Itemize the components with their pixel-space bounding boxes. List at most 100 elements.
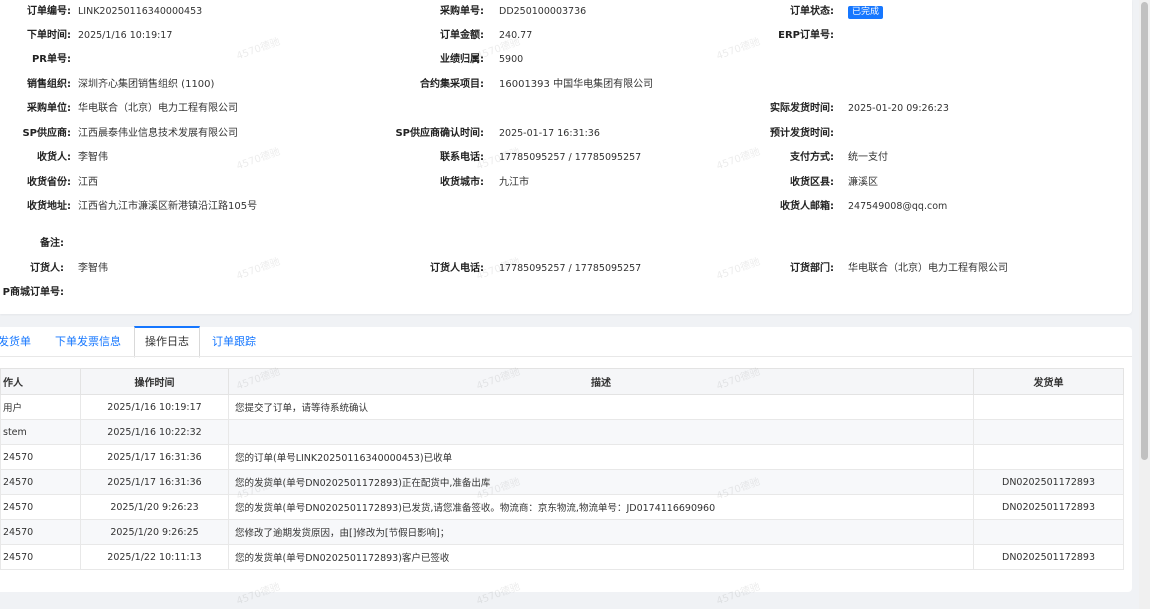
value-email: 247549008@qq.com [848, 201, 948, 212]
cell-time: 2025/1/17 16:31:36 [80, 444, 229, 470]
table-row: stem 2025/1/16 10:22:32 [0, 419, 1124, 445]
field-est-ship: 预计发货时间: [740, 124, 1130, 144]
tab-delivery[interactable]: 发货单 [0, 327, 31, 357]
value-purchase-no: DD250100003736 [499, 6, 587, 17]
value-orderer: 李智伟 [78, 263, 108, 274]
label-perf: 业绩归属: [440, 54, 484, 65]
cell-delivery-note [973, 519, 1124, 545]
label-orderer: 订货人: [30, 263, 64, 274]
cell-description: 您修改了逾期发货原因，由[]修改为[节假日影响]； [228, 519, 974, 545]
label-buyer: 采购单位: [27, 103, 71, 114]
field-sp-confirm: SP供应商确认时间: 2025-01-17 16:31:36 [395, 124, 740, 144]
field-email: 收货人邮箱: 247549008@qq.com [740, 197, 1130, 217]
cell-delivery-note [973, 394, 1124, 420]
field-pr: PR单号: [0, 50, 400, 70]
label-status: 订单状态: [790, 6, 834, 17]
value-amount: 240.77 [499, 30, 533, 41]
field-order-time: 下单时间: 2025/1/16 10:19:17 [0, 26, 400, 46]
cell-description: 您的发货单(单号DN0202501172893)正在配货中,准备出库 [228, 469, 974, 495]
value-perf: 5900 [499, 54, 524, 65]
label-amount: 订单金额: [440, 30, 484, 41]
scrollbar-thumb[interactable] [1141, 2, 1148, 460]
cell-operator: stem [0, 419, 81, 445]
tab-divider [0, 356, 1132, 357]
label-sp: SP供应商: [22, 128, 71, 139]
field-pay: 支付方式: 统一支付 [740, 148, 1130, 168]
field-ship-time: 实际发货时间: 2025-01-20 09:26:23 [740, 99, 1130, 119]
label-pay: 支付方式: [790, 152, 834, 163]
cell-operator: 24570 [0, 444, 81, 470]
cell-delivery-note: DN0202501172893 [973, 544, 1124, 570]
col-operator: 作人 [0, 368, 81, 395]
cell-delivery-note [973, 419, 1124, 445]
value-sp: 江西晨泰伟业信息技术发展有限公司 [78, 128, 238, 139]
label-erp: ERP订单号: [778, 30, 834, 41]
field-buyer: 采购单位: 华电联合（北京）电力工程有限公司 [0, 99, 400, 119]
label-address: 收货地址: [27, 201, 71, 212]
cell-operator: 24570 [0, 519, 81, 545]
field-address: 收货地址: 江西省九江市濂溪区新港镇沿江路105号 [0, 197, 400, 217]
status-badge: 已完成 [848, 6, 884, 19]
table-header-row: 作人 操作时间 描述 发货单 [0, 368, 1124, 395]
table-row: 用户 2025/1/16 10:19:17 您提交了订单，请等待系统确认 [0, 394, 1124, 420]
field-orderer: 订货人: 李智伟 [0, 259, 400, 279]
cell-time: 2025/1/16 10:22:32 [80, 419, 229, 445]
field-contract: 合约集采项目: 16001393 中国华电集团有限公司 [400, 75, 740, 95]
value-phone: 17785095257 / 17785095257 [499, 152, 642, 163]
label-contract: 合约集采项目: [420, 79, 484, 90]
label-ship-time: 实际发货时间: [770, 103, 834, 114]
value-order-no: LINK20250116340000453 [78, 6, 203, 17]
value-city: 九江市 [499, 177, 529, 188]
tab-operation-log[interactable]: 操作日志 [134, 326, 200, 358]
label-order-time: 下单时间: [27, 30, 71, 41]
value-address: 江西省九江市濂溪区新港镇沿江路105号 [78, 201, 258, 212]
label-district: 收货区县: [790, 177, 834, 188]
label-province: 收货省份: [27, 177, 71, 188]
label-phone: 联系电话: [440, 152, 484, 163]
col-description: 描述 [228, 368, 974, 395]
field-sales-org: 销售组织: 深圳齐心集团销售组织 (1100) [0, 75, 400, 95]
label-mall-order: P商城订单号: [2, 287, 64, 298]
field-perf: 业绩归属: 5900 [400, 50, 740, 70]
table-row: 24570 2025/1/22 10:11:13 您的发货单(单号DN02025… [0, 544, 1124, 570]
label-dept: 订货部门: [790, 263, 834, 274]
value-order-time: 2025/1/16 10:19:17 [78, 30, 173, 41]
field-orderer-phone: 订货人电话: 17785095257 / 17785095257 [400, 259, 740, 279]
cell-time: 2025/1/16 10:19:17 [80, 394, 229, 420]
cell-time: 2025/1/20 9:26:25 [80, 519, 229, 545]
field-erp: ERP订单号: [740, 26, 1130, 46]
operation-log-table: 作人 操作时间 描述 发货单 用户 2025/1/16 10:19:17 您提交… [0, 368, 1124, 570]
label-email: 收货人邮箱: [780, 201, 834, 212]
value-district: 濂溪区 [848, 177, 878, 188]
cell-delivery-note [973, 444, 1124, 470]
table-row: 24570 2025/1/20 9:26:23 您的发货单(单号DN020250… [0, 494, 1124, 520]
tab-invoice[interactable]: 下单发票信息 [55, 327, 121, 357]
table-row: 24570 2025/1/17 16:31:36 您的订单(单号LINK2025… [0, 444, 1124, 470]
cell-description: 您的发货单(单号DN0202501172893)客户已签收 [228, 544, 974, 570]
field-province: 收货省份: 江西 [0, 173, 400, 193]
tab-order-tracking[interactable]: 订单跟踪 [212, 327, 256, 357]
field-district: 收货区县: 濂溪区 [740, 173, 1130, 193]
label-pr: PR单号: [31, 54, 71, 65]
field-receiver: 收货人: 李智伟 [0, 148, 400, 168]
value-receiver: 李智伟 [78, 152, 108, 163]
label-order-no: 订单编号: [27, 6, 71, 17]
table-row: 24570 2025/1/17 16:31:36 您的发货单(单号DN02025… [0, 469, 1124, 495]
label-remark: 备注: [40, 238, 64, 249]
cell-description: 您的发货单(单号DN0202501172893)已发货,请您准备签收。物流商：京… [228, 494, 974, 520]
cell-operator: 24570 [0, 469, 81, 495]
cell-operator: 24570 [0, 494, 81, 520]
value-pay: 统一支付 [848, 152, 888, 163]
label-purchase-no: 采购单号: [440, 6, 484, 17]
col-time: 操作时间 [80, 368, 229, 395]
value-contract: 16001393 中国华电集团有限公司 [499, 79, 654, 90]
cell-operator: 用户 [0, 394, 81, 420]
value-ship-time: 2025-01-20 09:26:23 [848, 103, 949, 114]
field-phone: 联系电话: 17785095257 / 17785095257 [400, 148, 740, 168]
field-purchase-no: 采购单号: DD250100003736 [400, 2, 740, 22]
value-province: 江西 [78, 177, 98, 188]
col-delivery-note: 发货单 [973, 368, 1124, 395]
cell-time: 2025/1/17 16:31:36 [80, 469, 229, 495]
cell-time: 2025/1/22 10:11:13 [80, 544, 229, 570]
cell-delivery-note: DN0202501172893 [973, 469, 1124, 495]
